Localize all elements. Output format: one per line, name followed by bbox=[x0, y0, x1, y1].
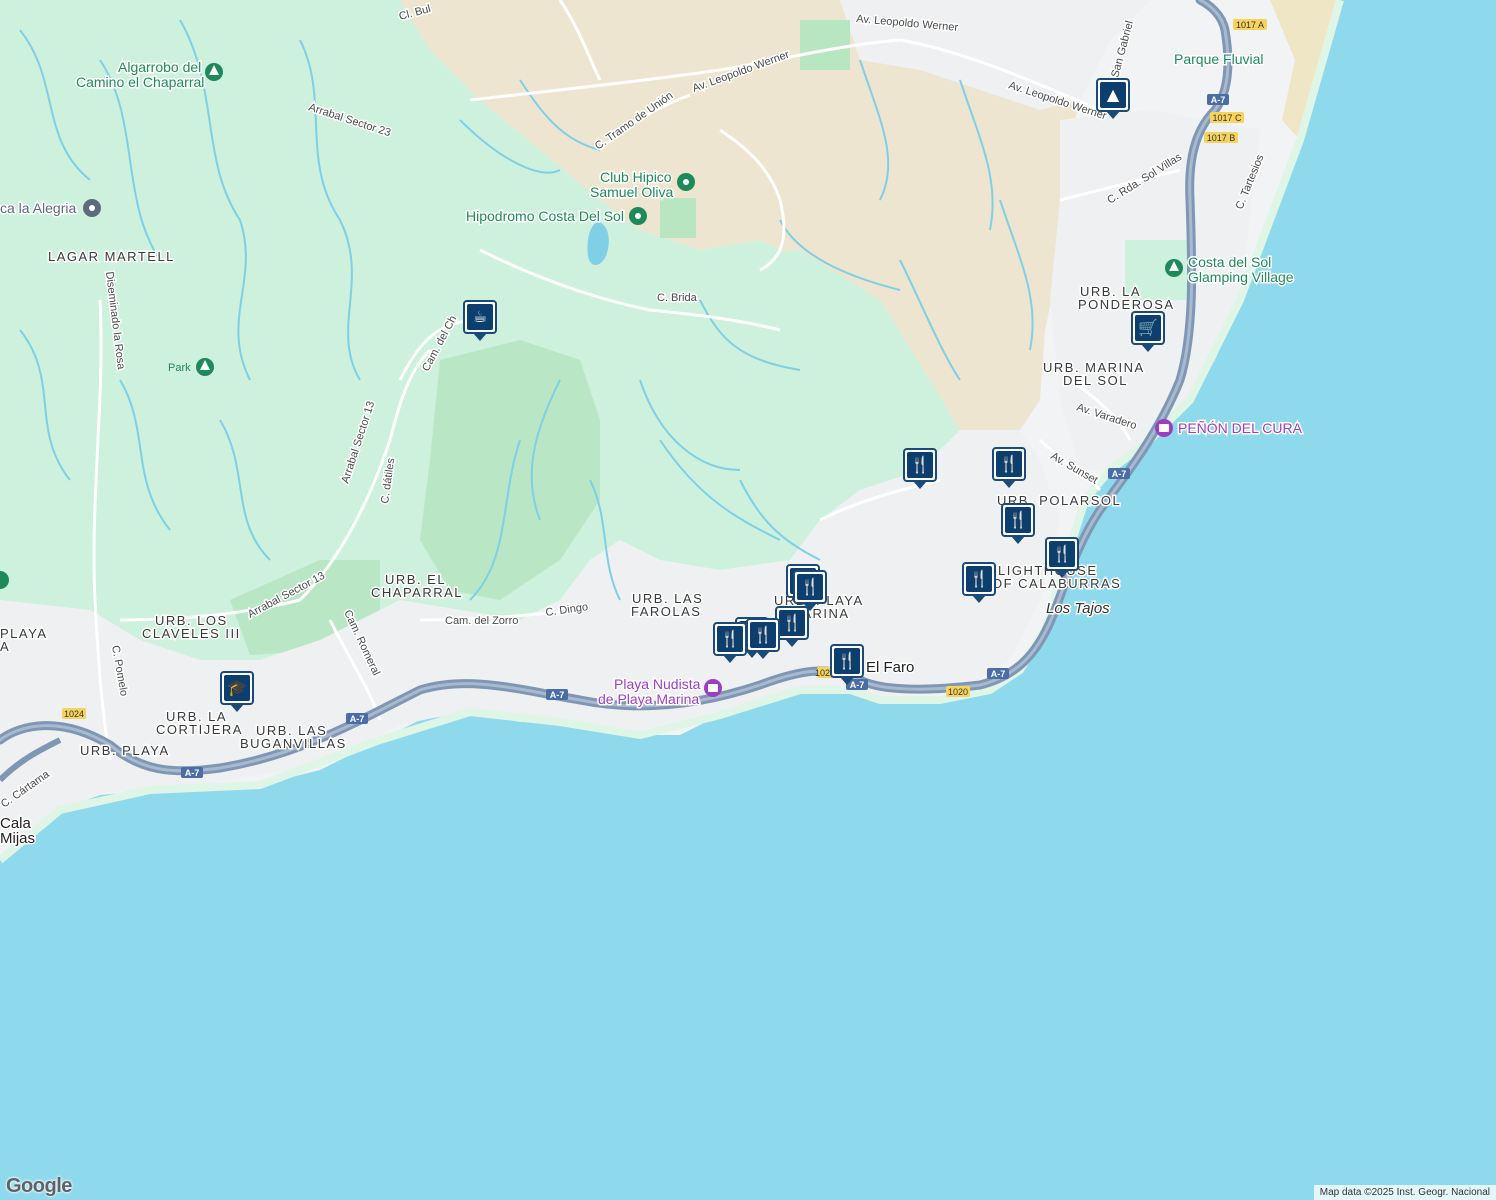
google-logo: Google bbox=[6, 1175, 72, 1197]
svg-text:1024: 1024 bbox=[64, 709, 84, 719]
restaurant-marker-10[interactable]: 🍴 bbox=[746, 618, 780, 659]
poi-club-1[interactable]: Club Hipico bbox=[599, 168, 674, 187]
place-cala-2: Mijas bbox=[0, 830, 35, 847]
shield-1017b: 1017 B bbox=[1204, 132, 1238, 143]
poi-alegria[interactable]: ca la Alegria bbox=[0, 199, 78, 218]
shield-a7-3: A-7 bbox=[546, 689, 568, 700]
restaurant-icon: 🍴 bbox=[834, 648, 860, 674]
area-cortijera-2: CORTIJERA bbox=[156, 722, 243, 737]
restaurant-marker-5[interactable]: 🍴 bbox=[962, 562, 996, 603]
poi-algarrobo-pin[interactable] bbox=[205, 63, 223, 81]
school-icon: 🎓 bbox=[224, 675, 250, 701]
shield-a7-6: A-7 bbox=[1207, 94, 1229, 105]
svg-text:1017 A: 1017 A bbox=[1236, 20, 1264, 30]
place-los-tajos: Los Tajos bbox=[1046, 600, 1110, 617]
sports-field bbox=[660, 198, 696, 238]
restaurant-icon: 🍴 bbox=[966, 566, 992, 592]
poi-penon-pin[interactable] bbox=[1155, 419, 1173, 437]
place-el-faro: El Faro bbox=[866, 659, 914, 676]
shopping-cart-icon: 🛒 bbox=[1135, 315, 1161, 341]
restaurant-icon: 🍴 bbox=[717, 626, 743, 652]
svg-text:1020: 1020 bbox=[948, 687, 968, 697]
poi-penon[interactable]: PEÑÓN DEL CURA bbox=[1177, 419, 1305, 438]
poi-park-pin[interactable] bbox=[196, 358, 214, 376]
restaurant-icon: 🍴 bbox=[1005, 507, 1031, 533]
restaurant-marker-3[interactable]: 🍴 bbox=[1001, 503, 1035, 544]
park-top bbox=[800, 20, 850, 70]
restaurant-marker-12[interactable]: 🍴 bbox=[830, 644, 864, 685]
poi-club-pin[interactable] bbox=[677, 173, 695, 191]
shield-a7-2: A-7 bbox=[346, 713, 368, 724]
area-buganvillas-2: BUGANVILLAS bbox=[240, 736, 347, 751]
area-farolas-2: FAROLAS bbox=[631, 604, 701, 619]
shield-1024: 1024 bbox=[62, 708, 86, 719]
restaurant-icon: 🍴 bbox=[996, 451, 1022, 477]
poi-glamping-2[interactable]: Glamping Village bbox=[1187, 268, 1296, 287]
area-claveles-2: CLAVELES III bbox=[142, 626, 241, 641]
map-attribution[interactable]: Map data ©2025 Inst. Geogr. Nacional bbox=[1313, 1185, 1496, 1200]
shield-a7-4: A-7 bbox=[987, 668, 1009, 679]
poi-nudista-pin[interactable] bbox=[704, 679, 722, 697]
coffee-icon: ☕ bbox=[467, 304, 493, 330]
poi-club-2[interactable]: Samuel Oliva bbox=[589, 183, 675, 202]
svg-text:A-7: A-7 bbox=[1211, 95, 1226, 105]
poi-glamping-1[interactable]: Costa del Sol bbox=[1187, 253, 1273, 272]
poi-hipodromo-pin[interactable] bbox=[629, 207, 647, 225]
area-lighthouse-2: OF CALABURRAS bbox=[992, 576, 1121, 591]
poi-nudista-1[interactable]: Playa Nudista bbox=[613, 675, 703, 694]
restaurant-icon: 🍴 bbox=[750, 622, 776, 648]
poi-algarrobo-2[interactable]: Camino el Chaparral bbox=[75, 73, 206, 92]
svg-text:A-7: A-7 bbox=[991, 669, 1006, 679]
shield-a7-1: A-7 bbox=[181, 767, 203, 778]
area-playa-mijas-1: URB. PLAYA bbox=[80, 743, 170, 758]
svg-text:1017 B: 1017 B bbox=[1207, 133, 1236, 143]
restaurant-icon: 🍴 bbox=[797, 574, 823, 600]
poi-parque-fluvial[interactable]: Parque Fluvial bbox=[1173, 50, 1266, 69]
restaurant-marker-4[interactable]: 🍴 bbox=[1045, 537, 1079, 578]
school-marker[interactable]: 🎓 bbox=[220, 671, 254, 712]
svg-text:A-7: A-7 bbox=[185, 768, 200, 778]
area-marina-sol-2: DEL SOL bbox=[1063, 373, 1128, 388]
svg-text:A-7: A-7 bbox=[1112, 469, 1127, 479]
svg-text:A-7: A-7 bbox=[350, 714, 365, 724]
restaurant-marker-11[interactable]: 🍴 bbox=[713, 622, 747, 663]
poi-algarrobo-1[interactable]: Algarrobo del bbox=[117, 58, 203, 77]
restaurant-marker-2[interactable]: 🍴 bbox=[992, 447, 1026, 488]
area-lagar-martell: LAGAR MARTELL bbox=[48, 249, 175, 264]
svg-text:1017 C: 1017 C bbox=[1212, 113, 1242, 123]
shield-1017a: 1017 A bbox=[1233, 19, 1267, 30]
street-brida: C. Brida bbox=[657, 292, 698, 304]
restaurant-icon: 🍴 bbox=[907, 452, 933, 478]
restaurant-icon: 🍴 bbox=[1049, 541, 1075, 567]
map-canvas[interactable]: A-7 A-7 A-7 A-7 A-7 A-7 A-7 1024 1020 10… bbox=[0, 0, 1496, 1200]
shield-1017c: 1017 C bbox=[1210, 112, 1244, 123]
street-zorro: Cam. del Zorro bbox=[445, 615, 518, 627]
shopping-bag-icon: ▲ bbox=[1100, 82, 1126, 108]
poi-park[interactable]: Park bbox=[168, 362, 191, 374]
shopping-bag-marker[interactable]: ▲ bbox=[1096, 78, 1130, 119]
restaurant-icon: 🍴 bbox=[779, 610, 805, 636]
coffee-marker[interactable]: ☕ bbox=[463, 300, 497, 341]
shield-1020: 1020 bbox=[946, 686, 970, 697]
poi-hipodromo[interactable]: Hipodromo Costa Del Sol bbox=[465, 207, 626, 226]
cart-marker[interactable]: 🛒 bbox=[1131, 311, 1165, 352]
poi-glamping-pin[interactable] bbox=[1165, 259, 1183, 277]
restaurant-marker-8[interactable]: 🍴 bbox=[775, 606, 809, 647]
restaurant-marker-1[interactable]: 🍴 bbox=[903, 448, 937, 489]
area-ponderosa-2: PONDEROSA bbox=[1078, 297, 1175, 312]
area-chaparral-2: CHAPARRAL bbox=[371, 585, 463, 600]
area-playa-left-2: A bbox=[0, 639, 10, 654]
poi-nudista-2[interactable]: de Playa Marina bbox=[597, 690, 701, 709]
restaurant-marker-7[interactable]: 🍴 bbox=[793, 570, 827, 611]
poi-alegria-pin[interactable] bbox=[83, 199, 101, 217]
svg-text:A-7: A-7 bbox=[550, 690, 565, 700]
shield-a7-5: A-7 bbox=[1108, 468, 1130, 479]
